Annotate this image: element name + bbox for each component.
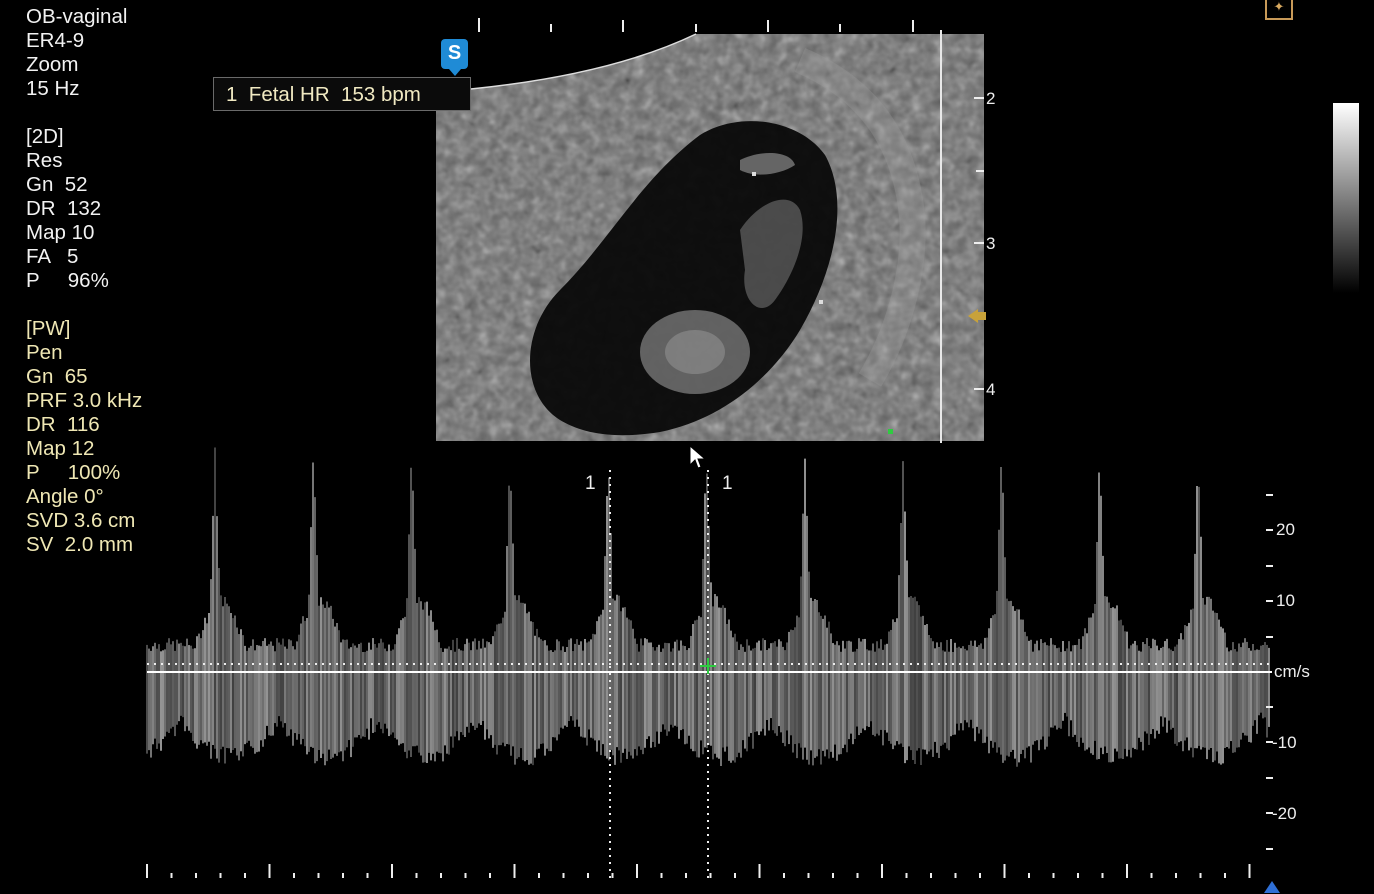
fetal-hr-measurement[interactable]: 1 Fetal HR 153 bpm bbox=[213, 77, 471, 111]
2d-gain: Gn 52 bbox=[26, 173, 88, 196]
frame-rate-label: 15 Hz bbox=[26, 77, 80, 100]
baseline-marker-icon bbox=[1264, 881, 1280, 893]
pw-dr: DR 116 bbox=[26, 413, 100, 436]
probe-label: ER4-9 bbox=[26, 29, 85, 52]
velocity-label-10: 10 bbox=[1276, 591, 1295, 610]
pw-power: P 100% bbox=[26, 461, 121, 484]
pw-gain: Gn 65 bbox=[26, 365, 88, 388]
pw-sv: SV 2.0 mm bbox=[26, 533, 134, 556]
velocity-label-neg20: -20 bbox=[1272, 804, 1297, 823]
pw-angle: Angle 0° bbox=[26, 485, 104, 508]
parameter-panel: OB-vaginal ER4-9 Zoom 15 Hz [2D] Res Gn … bbox=[26, 5, 142, 557]
depth-label-2: 2 bbox=[986, 89, 996, 108]
2d-fa: FA 5 bbox=[26, 245, 79, 268]
mode-label: Zoom bbox=[26, 53, 79, 76]
spectral-waveform bbox=[146, 447, 1270, 767]
velocity-unit-label: cm/s bbox=[1274, 662, 1310, 681]
velocity-label-neg10: -10 bbox=[1272, 733, 1297, 752]
s-badge-icon[interactable]: S bbox=[441, 39, 468, 76]
time-axis-ticks bbox=[146, 864, 1251, 878]
2d-res: Res bbox=[26, 149, 63, 172]
caliper-label-1a: 1 bbox=[585, 473, 596, 494]
2d-header: [2D] bbox=[26, 125, 64, 148]
depth-label-3: 3 bbox=[986, 234, 996, 253]
2d-power: P 96% bbox=[26, 269, 109, 292]
caliper-label-1b: 1 bbox=[722, 473, 733, 494]
pw-svd: SVD 3.6 cm bbox=[26, 509, 136, 532]
grayscale-bar bbox=[1333, 103, 1359, 293]
2d-dr: DR 132 bbox=[26, 197, 102, 220]
pw-pen: Pen bbox=[26, 341, 63, 364]
depth-label-4: 4 bbox=[986, 380, 996, 399]
velocity-label-20: 20 bbox=[1276, 520, 1295, 539]
probe-orientation-icon: ✦ bbox=[1265, 0, 1293, 20]
doppler-spectrum bbox=[146, 447, 1273, 880]
preset-label: OB-vaginal bbox=[26, 5, 128, 28]
pw-header: [PW] bbox=[26, 317, 71, 340]
2d-map: Map 10 bbox=[26, 221, 95, 244]
mouse-pointer-icon bbox=[689, 445, 707, 469]
pw-map: Map 12 bbox=[26, 437, 95, 460]
pw-prf: PRF 3.0 kHz bbox=[26, 389, 143, 412]
